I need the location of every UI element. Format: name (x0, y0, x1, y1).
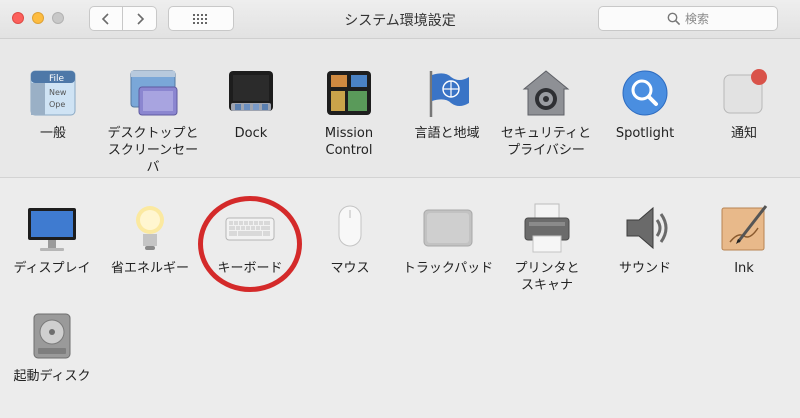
pref-security-privacy[interactable]: セキュリティと プライバシー (496, 67, 596, 159)
pref-label: 通知 (730, 126, 757, 141)
security-house-icon (520, 67, 572, 119)
mouse-icon (324, 202, 376, 254)
pref-label: 一般 (39, 126, 66, 141)
pref-dock[interactable]: Dock (201, 67, 301, 142)
pref-label: プリンタと スキャナ (514, 261, 580, 293)
pref-label: Spotlight (615, 126, 675, 141)
pref-notifications[interactable]: 通知 (694, 67, 794, 142)
pref-trackpad[interactable]: トラックパッド (398, 202, 498, 277)
minimize-button[interactable] (32, 12, 44, 24)
search-field[interactable]: 検索 (598, 6, 778, 31)
desktop-icon (127, 67, 179, 119)
keyboard-icon (224, 202, 276, 254)
svg-text:Ope: Ope (49, 100, 65, 109)
chevron-right-icon (136, 12, 144, 25)
pref-label: キーボード (217, 261, 283, 276)
magnifier-icon (667, 12, 681, 25)
pref-label: マウス (330, 261, 370, 276)
spotlight-icon (619, 67, 671, 119)
pref-general[interactable]: File New Ope 一般 (3, 67, 103, 142)
search-placeholder: 検索 (684, 12, 709, 26)
back-button[interactable] (89, 6, 123, 31)
pref-energy-saver[interactable]: 省エネルギー (100, 202, 200, 277)
nav-group (89, 6, 157, 31)
hardware-section: ディスプレイ 省エネルギー キーボード マウス トラックパッド プリンタと スキ… (0, 178, 800, 418)
svg-text:New: New (49, 88, 67, 97)
lightbulb-icon (124, 202, 176, 254)
title-bar: システム環境設定 検索 (0, 0, 800, 39)
pref-label: Dock (234, 126, 268, 141)
pref-mouse[interactable]: マウス (300, 202, 400, 277)
pref-label: Mission Control (324, 126, 374, 158)
grid-icon (193, 13, 207, 24)
language-flag-icon (421, 67, 473, 119)
pref-startup-disk[interactable]: 起動ディスク (2, 310, 102, 385)
close-button[interactable] (12, 12, 24, 24)
pref-ink[interactable]: Ink (694, 202, 794, 277)
dock-icon (225, 67, 277, 119)
pref-label: セキュリティと プライバシー (500, 126, 592, 158)
show-all-button[interactable] (168, 6, 234, 31)
display-icon (26, 202, 78, 254)
pref-keyboard[interactable]: キーボード (200, 202, 300, 277)
window-title: システム環境設定 (344, 13, 456, 29)
pref-label: 言語と地域 (414, 126, 480, 141)
system-preferences-window: システム環境設定 検索 File New Ope 一般 デスクトップと スクリー… (0, 0, 800, 418)
printer-icon (521, 202, 573, 254)
pref-displays[interactable]: ディスプレイ (2, 202, 102, 277)
zoom-button[interactable] (52, 12, 64, 24)
mission-control-icon (323, 67, 375, 119)
svg-text:File: File (49, 74, 65, 84)
speaker-icon (619, 202, 671, 254)
forward-button[interactable] (123, 6, 157, 31)
general-icon: File New Ope (27, 67, 79, 119)
hard-disk-icon (26, 310, 78, 362)
pref-mission-control[interactable]: Mission Control (299, 67, 399, 159)
pref-desktop-screensaver[interactable]: デスクトップと スクリーンセーバ (103, 67, 203, 176)
pref-spotlight[interactable]: Spotlight (595, 67, 695, 142)
notifications-icon (718, 67, 770, 119)
pref-printers-scanners[interactable]: プリンタと スキャナ (497, 202, 597, 294)
pref-label: ディスプレイ (13, 261, 91, 276)
pref-label: Ink (734, 261, 754, 276)
pref-sound[interactable]: サウンド (595, 202, 695, 277)
ink-icon (718, 202, 770, 254)
pref-language-region[interactable]: 言語と地域 (397, 67, 497, 142)
pref-label: デスクトップと スクリーンセーバ (107, 126, 199, 175)
chevron-left-icon (101, 12, 109, 25)
pref-label: 起動ディスク (13, 369, 91, 384)
pref-label: サウンド (618, 261, 671, 276)
trackpad-icon (422, 202, 474, 254)
pref-label: 省エネルギー (110, 261, 189, 276)
pref-label: トラックパッド (402, 261, 494, 276)
personal-section: File New Ope 一般 デスクトップと スクリーンセーバ Dock Mi… (0, 39, 800, 178)
